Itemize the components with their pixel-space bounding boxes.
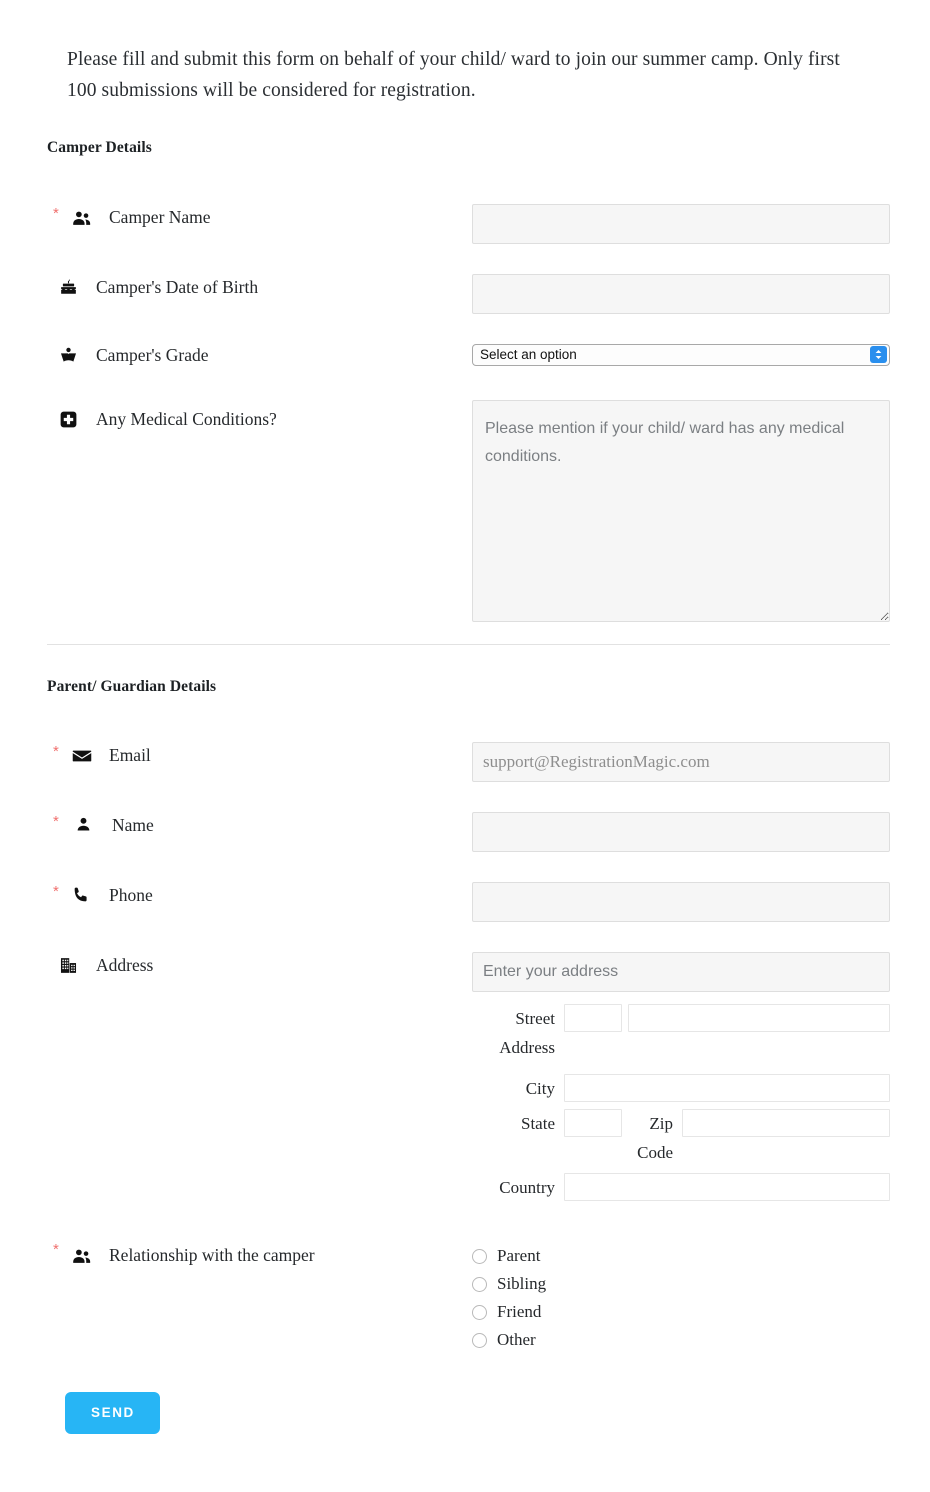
radio-label: Friend bbox=[497, 1302, 542, 1321]
field-parent-phone: * Phone bbox=[0, 882, 930, 922]
radio-option-friend[interactable]: Friend bbox=[472, 1298, 890, 1326]
field-label-medical-conditions: Any Medical Conditions? bbox=[47, 400, 472, 430]
field-parent-email: * Email bbox=[0, 742, 930, 782]
radio-circle-icon[interactable] bbox=[472, 1248, 487, 1264]
parent-email-input[interactable] bbox=[472, 742, 890, 782]
field-label-parent-email: * Email bbox=[47, 742, 472, 767]
section-title-camper-details: Camper Details bbox=[47, 139, 152, 156]
radio-circle-icon[interactable] bbox=[472, 1304, 487, 1320]
required-marker: * bbox=[53, 743, 59, 760]
label-text: Email bbox=[109, 745, 151, 765]
field-medical-conditions: Any Medical Conditions? bbox=[0, 400, 930, 622]
required-marker: * bbox=[53, 813, 59, 830]
address-label-country: Country bbox=[499, 1178, 555, 1197]
address-label-zip: Zip Code bbox=[637, 1114, 673, 1162]
label-text: Address bbox=[96, 955, 154, 975]
address-autocomplete-input[interactable] bbox=[472, 952, 890, 992]
address-country-input[interactable] bbox=[564, 1173, 890, 1201]
section-divider bbox=[47, 644, 890, 645]
radio-option-parent[interactable]: Parent bbox=[472, 1242, 890, 1270]
radio-label: Other bbox=[497, 1330, 536, 1349]
label-text: Phone bbox=[109, 885, 153, 905]
label-text: Any Medical Conditions? bbox=[96, 409, 277, 429]
field-label-parent-phone: * Phone bbox=[47, 882, 472, 906]
parent-name-input[interactable] bbox=[472, 812, 890, 852]
phone-icon bbox=[71, 884, 97, 905]
address-state-input[interactable] bbox=[564, 1109, 622, 1137]
field-label-camper-dob: Camper's Date of Birth bbox=[47, 274, 472, 298]
required-marker: * bbox=[53, 883, 59, 900]
form-intro: Please fill and submit this form on beha… bbox=[0, 0, 930, 106]
radio-option-other[interactable]: Other bbox=[472, 1326, 890, 1354]
building-icon bbox=[58, 954, 84, 976]
radio-label: Parent bbox=[497, 1246, 541, 1265]
label-text: Relationship with the camper bbox=[109, 1245, 315, 1265]
people-icon bbox=[71, 206, 97, 229]
address-subfields: Street Address City State Zip Code Count… bbox=[472, 1004, 890, 1202]
intro-line-1: Please fill and submit this form on beha… bbox=[67, 49, 759, 70]
birthday-cake-icon bbox=[58, 276, 84, 298]
field-relationship: * Relationship with the camper Parent Si… bbox=[0, 1240, 930, 1354]
required-marker: * bbox=[53, 1241, 59, 1258]
address-label-city: City bbox=[525, 1079, 555, 1098]
camper-grade-select-wrap: Select an option bbox=[472, 344, 890, 366]
field-parent-address: Address Street Address City State bbox=[0, 952, 930, 1207]
address-label-state: State bbox=[521, 1114, 555, 1133]
field-label-parent-address: Address bbox=[47, 952, 472, 976]
field-label-parent-name: * Name bbox=[47, 812, 472, 836]
address-street-name-input[interactable] bbox=[628, 1004, 890, 1032]
label-text: Camper's Grade bbox=[96, 345, 209, 365]
section-title-parent-details: Parent/ Guardian Details bbox=[47, 678, 217, 695]
open-book-icon bbox=[58, 344, 84, 366]
person-icon bbox=[74, 814, 100, 834]
send-button[interactable]: SEND bbox=[65, 1392, 160, 1434]
radio-circle-icon[interactable] bbox=[472, 1276, 487, 1292]
field-camper-dob: Camper's Date of Birth bbox=[0, 274, 930, 314]
field-label-camper-name: * Camper Name bbox=[47, 204, 472, 229]
radio-circle-icon[interactable] bbox=[472, 1332, 487, 1348]
field-camper-grade: Camper's Grade Select an option bbox=[0, 344, 930, 366]
label-text: Name bbox=[112, 815, 154, 835]
people-icon bbox=[71, 1244, 97, 1267]
registration-form: Please fill and submit this form on beha… bbox=[0, 0, 930, 1482]
address-row-city: City bbox=[472, 1074, 890, 1103]
required-marker: * bbox=[53, 205, 59, 222]
relationship-radio-group: Parent Sibling Friend Other bbox=[472, 1240, 890, 1354]
camper-dob-input[interactable] bbox=[472, 274, 890, 314]
label-text: Camper's Date of Birth bbox=[96, 277, 259, 297]
address-city-input[interactable] bbox=[564, 1074, 890, 1102]
field-label-camper-grade: Camper's Grade bbox=[47, 344, 472, 366]
address-street-number-input[interactable] bbox=[564, 1004, 622, 1032]
field-label-relationship: * Relationship with the camper bbox=[47, 1240, 472, 1267]
radio-option-sibling[interactable]: Sibling bbox=[472, 1270, 890, 1298]
medical-cross-icon bbox=[58, 408, 84, 430]
submit-area: SEND bbox=[0, 1392, 930, 1482]
camper-grade-select[interactable]: Select an option bbox=[472, 344, 890, 366]
address-row-state-zip: State Zip Code bbox=[472, 1109, 890, 1167]
label-text: Camper Name bbox=[109, 207, 211, 227]
radio-label: Sibling bbox=[497, 1274, 547, 1293]
address-row-country: Country bbox=[472, 1173, 890, 1202]
address-zip-input[interactable] bbox=[682, 1109, 890, 1137]
envelope-icon bbox=[71, 744, 97, 767]
field-camper-name: * Camper Name bbox=[0, 204, 930, 244]
address-row-street: Street Address bbox=[472, 1004, 890, 1062]
medical-conditions-textarea[interactable] bbox=[472, 400, 890, 622]
address-label-street: Street Address bbox=[499, 1009, 555, 1057]
field-parent-name: * Name bbox=[0, 812, 930, 852]
parent-phone-input[interactable] bbox=[472, 882, 890, 922]
camper-name-input[interactable] bbox=[472, 204, 890, 244]
